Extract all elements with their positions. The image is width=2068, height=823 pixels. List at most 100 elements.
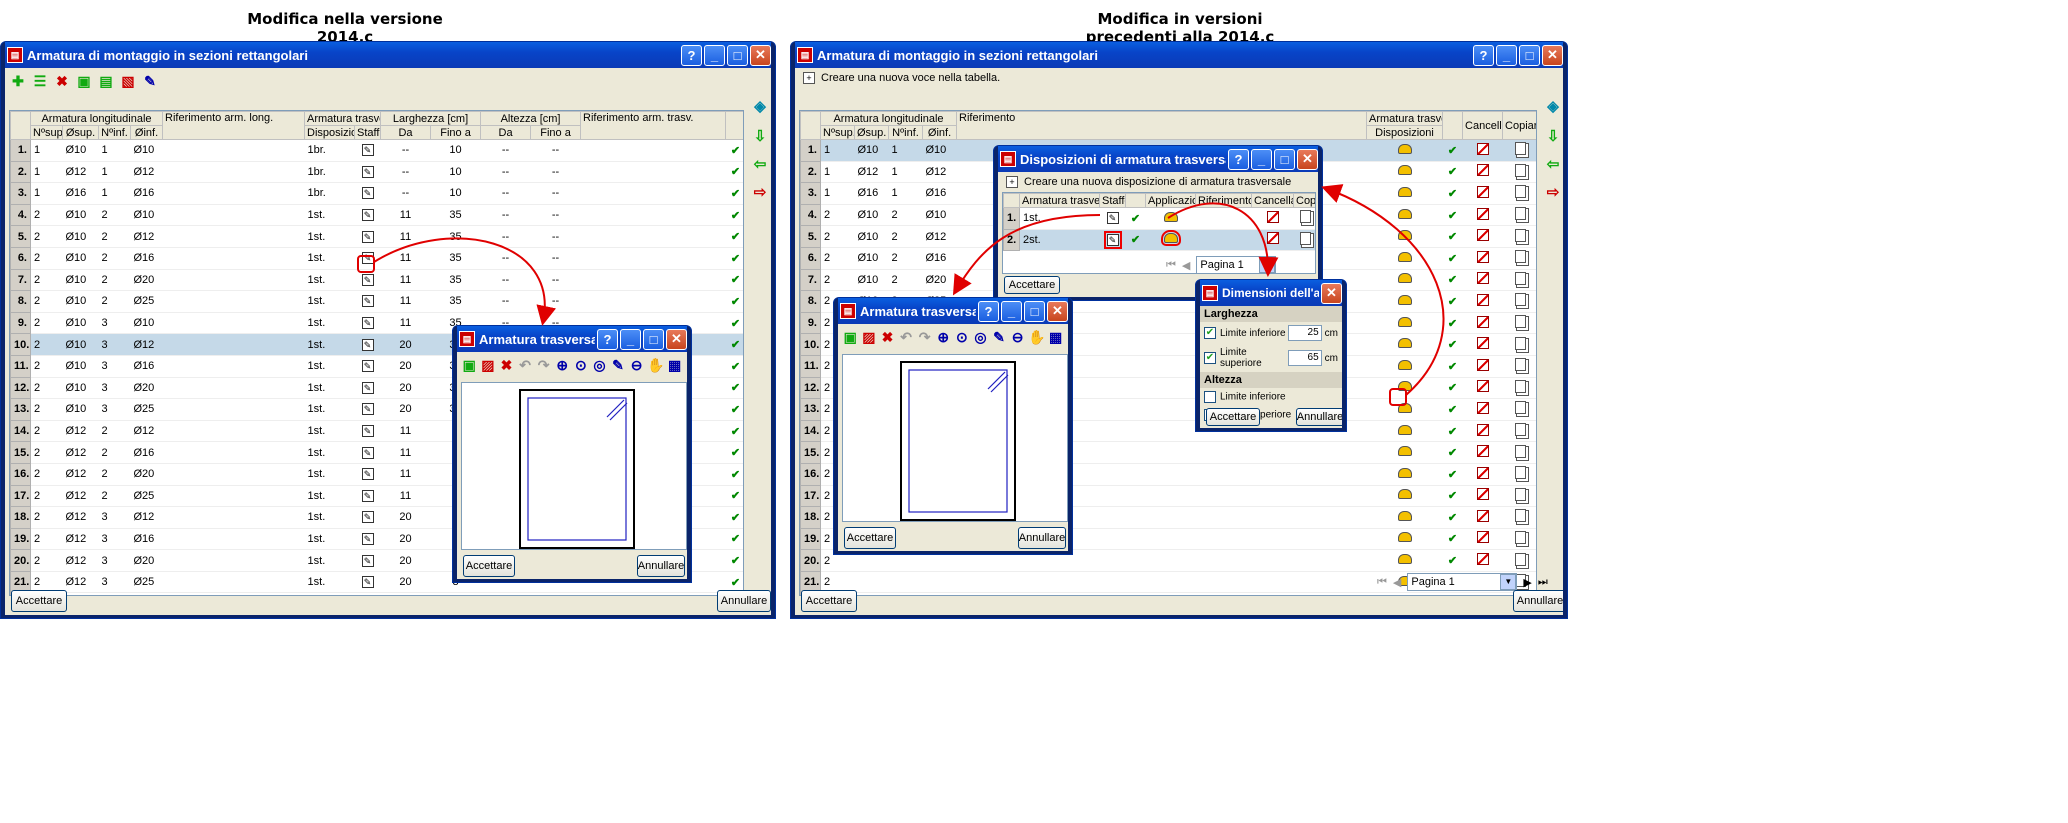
last-page-icon[interactable]: ⏭ <box>1538 576 1548 589</box>
page-select[interactable]: Pagina 1 ▼ <box>1407 573 1518 591</box>
eraser-icon[interactable] <box>1476 185 1489 198</box>
copy-icon[interactable] <box>1515 336 1527 350</box>
zoom-icon[interactable]: ◎ <box>591 356 608 374</box>
eraser-icon[interactable] <box>1476 164 1489 177</box>
eraser-icon[interactable] <box>1476 142 1489 155</box>
eraser-icon[interactable] <box>1266 232 1279 245</box>
disp-close-button[interactable]: ✕ <box>1297 148 1318 170</box>
eraser-icon[interactable] <box>1266 210 1279 223</box>
delete-icon[interactable]: ✖ <box>53 72 71 90</box>
edit-icon[interactable]: ✎ <box>361 230 374 243</box>
copy-icon[interactable] <box>1515 228 1527 242</box>
insert-icon[interactable]: ☰ <box>31 72 49 90</box>
table-row[interactable]: 22.2Ø162Ø161st.✎113✔ <box>10 592 743 595</box>
side-import-icon[interactable]: ⇩ <box>750 126 770 146</box>
eraser-icon[interactable] <box>1476 229 1489 242</box>
help-button[interactable]: ? <box>681 44 702 66</box>
disposizioni-icon[interactable] <box>1397 532 1412 543</box>
disp-row[interactable]: 1. 1st. ✎ ✔ <box>1003 207 1315 230</box>
lim-inf-checkbox[interactable]: ✔ <box>1204 327 1216 339</box>
zoom-icon[interactable]: ◎ <box>972 328 989 346</box>
zoom-window-icon[interactable]: ⊕ <box>935 328 952 346</box>
edit-icon[interactable]: ✎ <box>361 576 374 589</box>
right-popup-accept-button[interactable]: Accettare <box>844 527 896 549</box>
edit-icon[interactable]: ✎ <box>361 360 374 373</box>
redo-icon[interactable]: ↷ <box>916 328 933 346</box>
print-icon[interactable]: ▦ <box>666 356 683 374</box>
right-section-canvas[interactable] <box>842 354 1068 522</box>
redo-icon[interactable]: ↷ <box>535 356 552 374</box>
edit-icon[interactable]: ✎ <box>361 273 374 286</box>
rpopup-minimize-button[interactable]: _ <box>1001 300 1022 322</box>
side-save-icon[interactable]: ⇦ <box>750 154 770 174</box>
rpopup-maximize-button[interactable]: □ <box>1024 300 1045 322</box>
zoom-window-icon[interactable]: ⊕ <box>554 356 571 374</box>
edit-icon[interactable]: ✎ <box>1103 230 1122 249</box>
copy-icon[interactable] <box>1515 250 1527 264</box>
right-popup-cancel-button[interactable]: Annullare <box>1018 527 1066 549</box>
zoom-all-icon[interactable]: ⊙ <box>573 356 590 374</box>
disposizioni-icon[interactable] <box>1397 510 1412 521</box>
copy-icon[interactable] <box>1515 530 1527 544</box>
next-page-icon[interactable]: ▶ <box>1523 576 1531 589</box>
disposizioni-icon[interactable] <box>1397 359 1412 370</box>
copy-icon[interactable] <box>1515 142 1527 156</box>
close-button[interactable]: ✕ <box>750 44 771 66</box>
right-cancel-button[interactable]: Annullare <box>1513 590 1563 612</box>
table-row[interactable]: 1. 1 Ø10 1 Ø10 1br. ✎ -- 10 -- -- ✔ <box>10 139 743 162</box>
r-side-load-icon[interactable]: ⇨ <box>1543 182 1563 202</box>
left-popup-accept-button[interactable]: Accettare <box>463 555 515 577</box>
new-icon[interactable]: ▣ <box>842 328 859 346</box>
edit-icon[interactable]: ✎ <box>361 381 374 394</box>
disposizioni-icon[interactable] <box>1397 402 1412 413</box>
pan-icon[interactable]: ✋ <box>647 356 664 374</box>
new-icon[interactable]: ▣ <box>461 356 478 374</box>
copy-icon[interactable] <box>1515 423 1527 437</box>
eraser-icon[interactable] <box>1476 531 1489 544</box>
draw-icon[interactable]: ✎ <box>610 356 627 374</box>
copy-icon[interactable] <box>1515 552 1527 566</box>
edit-icon[interactable]: ✎ <box>361 187 374 200</box>
eraser-icon[interactable] <box>1476 272 1489 285</box>
disposizioni-icon[interactable] <box>1397 489 1412 500</box>
edit-icon[interactable]: ✎ <box>361 338 374 351</box>
copy-icon[interactable] <box>1515 315 1527 329</box>
copy-icon[interactable] <box>1515 293 1527 307</box>
edit-icon[interactable]: ✎ <box>361 165 374 178</box>
table-row[interactable]: 6. 2 Ø10 2 Ø16 1st. ✎ 11 35 -- -- ✔ <box>10 246 743 270</box>
edit-icon[interactable]: ✎ <box>1106 212 1119 225</box>
disposizioni-icon[interactable] <box>1397 294 1412 305</box>
r-side-save-icon[interactable]: ⇦ <box>1543 154 1563 174</box>
edit-icon[interactable]: ✎ <box>361 489 374 502</box>
table-row[interactable]: 4. 2 Ø10 2 Ø10 1st. ✎ 11 35 -- -- ✔ <box>10 203 743 227</box>
delete-icon[interactable]: ✖ <box>879 328 896 346</box>
popup-help-button[interactable]: ? <box>597 328 618 350</box>
edit-icon[interactable]: ✎ <box>361 209 374 222</box>
left-popup-cancel-button[interactable]: Annullare <box>637 555 685 577</box>
copy-icon[interactable] <box>1515 207 1527 221</box>
left-cancel-button[interactable]: Annullare <box>717 590 771 612</box>
edit-icon[interactable]: ✎ <box>361 317 374 330</box>
disp-page-select[interactable]: Pagina 1 ▼ <box>1196 256 1277 274</box>
lim-sup-checkbox[interactable]: ✔ <box>1204 352 1216 364</box>
disposizioni-icon[interactable] <box>1397 381 1412 392</box>
zoom-out-icon[interactable]: ⊖ <box>1009 328 1026 346</box>
table-row[interactable]: 5. 2 Ø10 2 Ø12 1st. ✎ 11 35 -- -- ✔ <box>10 225 743 248</box>
minimize-button[interactable]: _ <box>704 44 725 66</box>
popup-maximize-button[interactable]: □ <box>643 328 664 350</box>
application-icon[interactable] <box>1160 230 1181 247</box>
add-icon[interactable]: ✚ <box>9 72 27 90</box>
side-load-icon[interactable]: ⇨ <box>750 182 770 202</box>
edit-icon[interactable]: ▨ <box>861 328 878 346</box>
application-icon[interactable] <box>1163 211 1178 222</box>
copy-icon[interactable] <box>1515 271 1527 285</box>
copy-icon[interactable] <box>1515 509 1527 523</box>
paste-icon[interactable]: ▤ <box>97 72 115 90</box>
dim-accept-button[interactable]: Accettare <box>1206 408 1260 426</box>
disposizioni-icon[interactable] <box>1397 273 1412 284</box>
copy-icon[interactable] <box>1515 444 1527 458</box>
eraser-icon[interactable] <box>1476 337 1489 350</box>
lim-inf-input[interactable]: 25 <box>1287 325 1322 341</box>
right-minimize-button[interactable]: _ <box>1496 44 1517 66</box>
eraser-icon[interactable] <box>1476 250 1489 263</box>
